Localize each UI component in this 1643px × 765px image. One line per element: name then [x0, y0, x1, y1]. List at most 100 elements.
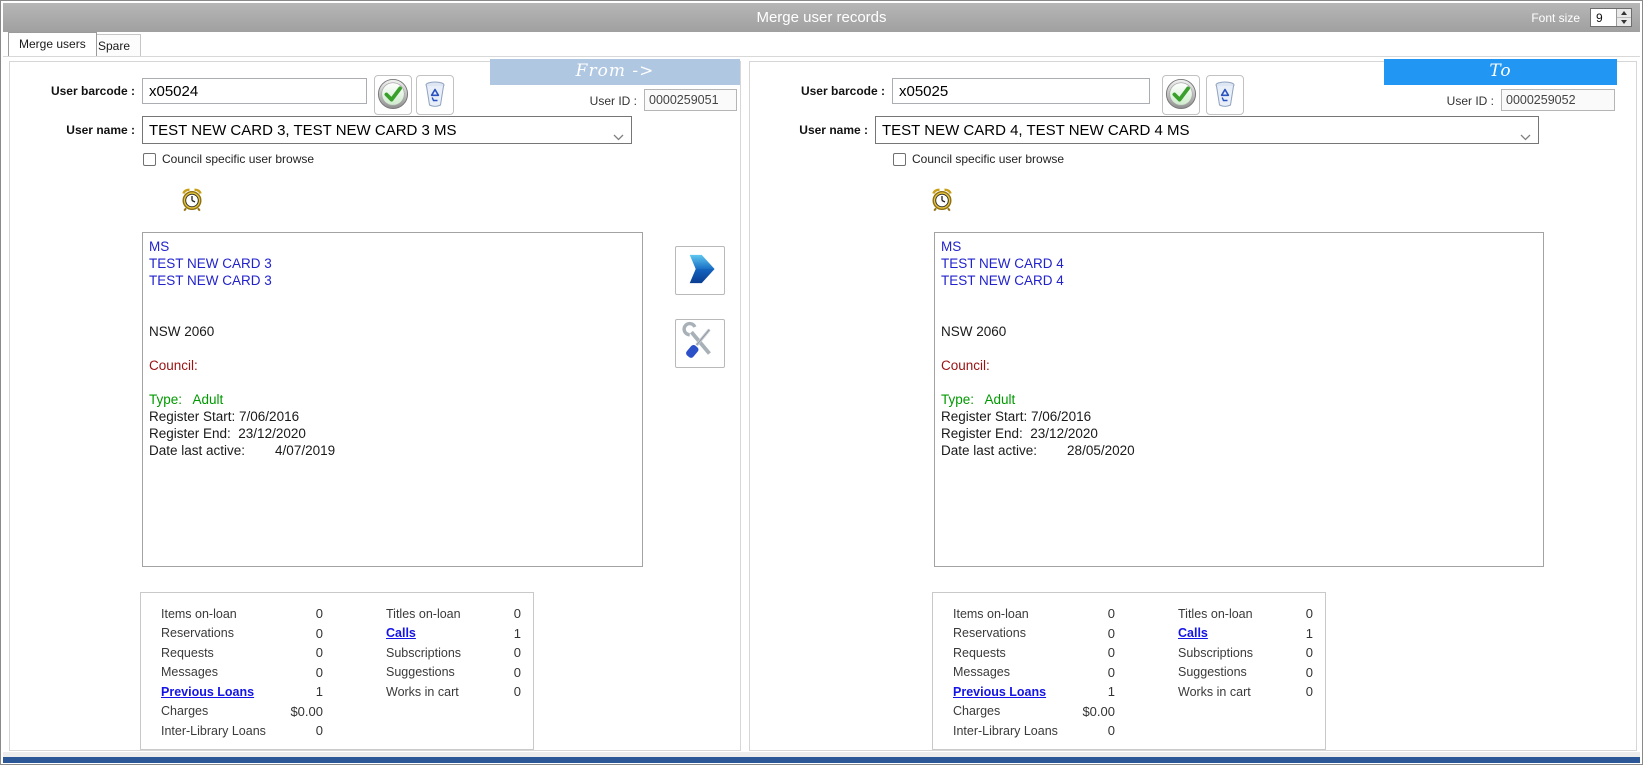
stats-link[interactable]: Previous Loans: [953, 685, 1065, 699]
stats-row: Works in cart 0: [386, 682, 521, 702]
stats-label: Inter-Library Loans: [161, 723, 266, 738]
stats-row: Items on-loan 0: [953, 604, 1115, 624]
detail-line: [149, 340, 636, 357]
stats-label: Messages: [161, 665, 218, 680]
user-name-selected: TEST NEW CARD 3, TEST NEW CARD 3 MS: [149, 121, 457, 139]
font-size-value[interactable]: 9: [1591, 9, 1616, 26]
detail-line: Register End: 23/12/2020: [149, 426, 306, 441]
detail-line: Register End: 23/12/2020: [941, 426, 1098, 441]
from-panel: User barcode : From -> Use: [9, 59, 741, 751]
council-specific-label: Council specific user browse: [912, 152, 1065, 166]
stats-row: Inter-Library Loans 0: [161, 721, 323, 741]
council-specific-checkbox[interactable]: [893, 153, 906, 166]
stats-label: Titles on-loan: [1178, 606, 1253, 621]
clear-user-button[interactable]: [416, 75, 454, 115]
green-check-icon: [1165, 78, 1197, 113]
user-stats-box: Items on-loan 0 Reservations 0 Requests 0 Mess…: [140, 592, 534, 750]
window-title: Merge user records: [756, 9, 887, 26]
stats-label: Requests: [161, 645, 214, 660]
tools-button[interactable]: [675, 319, 725, 368]
user-details-box: MS TEST NEW CARD 3 TEST NEW CARD 3 NSW 206…: [142, 232, 643, 567]
green-check-icon: [377, 78, 409, 113]
stats-row: Charges $0.00: [161, 702, 323, 722]
stats-link[interactable]: Calls: [1178, 626, 1263, 640]
bottom-accent-bar: [3, 757, 1640, 763]
detail-line: [941, 340, 1537, 357]
stats-row: Calls 1: [386, 624, 521, 644]
user-name-dropdown[interactable]: TEST NEW CARD 4, TEST NEW CARD 4 MS: [875, 116, 1539, 144]
stats-row: Subscriptions 0: [386, 643, 521, 663]
stats-label: Suggestions: [1178, 665, 1247, 680]
tab-bar: Merge users Spare: [3, 32, 1640, 57]
confirm-user-button[interactable]: [374, 75, 412, 115]
stats-value: 1: [315, 684, 323, 700]
detail-line: TEST NEW CARD 4: [941, 273, 1064, 288]
triangle-up-icon: [1621, 11, 1627, 15]
stats-value: 1: [513, 625, 521, 641]
stats-value: 0: [513, 606, 521, 622]
detail-line: [149, 374, 636, 391]
stats-column-1: Items on-loan 0 Reservations 0 Requests 0 Mess…: [953, 604, 1115, 741]
stats-row: Items on-loan 0: [161, 604, 323, 624]
clear-user-button[interactable]: [1206, 75, 1244, 115]
detail-line: MS: [149, 239, 170, 254]
detail-line: Council:: [149, 358, 198, 373]
stats-label: Subscriptions: [386, 645, 462, 660]
stats-value: 0: [1305, 664, 1313, 680]
user-id-label: User ID :: [589, 94, 637, 108]
user-name-dropdown[interactable]: TEST NEW CARD 3, TEST NEW CARD 3 MS: [142, 116, 632, 144]
detail-line: [941, 374, 1537, 391]
detail-line: Register Start: 7/06/2016: [941, 409, 1092, 424]
stats-row: Charges $0.00: [953, 702, 1115, 722]
detail-line: Date last active: 4/07/2019: [149, 443, 336, 458]
user-name-label: User name :: [66, 123, 135, 137]
user-barcode-label: User barcode :: [50, 84, 135, 98]
stats-label: Inter-Library Loans: [953, 723, 1058, 738]
stats-row: Previous Loans 1: [953, 682, 1115, 702]
detail-line: TEST NEW CARD 3: [149, 256, 272, 271]
user-name-selected: TEST NEW CARD 4, TEST NEW CARD 4 MS: [882, 121, 1190, 139]
stats-label: Reservations: [953, 626, 1026, 641]
font-size-up-button[interactable]: [1617, 9, 1631, 17]
font-size-label: Font size: [1531, 11, 1580, 25]
from-banner: From ->: [490, 59, 740, 85]
detail-line: NSW 2060: [149, 324, 215, 339]
stats-row: Requests 0: [161, 643, 323, 663]
font-size-down-button[interactable]: [1617, 17, 1631, 26]
detail-line: [149, 289, 636, 306]
stats-value: 0: [1305, 645, 1313, 661]
stats-value: 0: [1305, 684, 1313, 700]
user-id-field[interactable]: [644, 89, 737, 111]
stats-link[interactable]: Previous Loans: [161, 685, 273, 699]
council-specific-label: Council specific user browse: [162, 152, 315, 166]
font-size-spinner[interactable]: 9: [1590, 8, 1632, 27]
stats-value: 0: [1305, 606, 1313, 622]
blue-chevron-right-icon: [678, 248, 722, 293]
stats-row: Requests 0: [953, 643, 1115, 663]
merge-user-records-window: Merge user records Font size 9 Merge use…: [0, 0, 1643, 765]
stats-link[interactable]: Calls: [386, 626, 471, 640]
chevron-down-icon: [1520, 128, 1531, 145]
triangle-down-icon: [1621, 20, 1627, 24]
detail-line: [941, 289, 1537, 306]
council-specific-checkbox[interactable]: [143, 153, 156, 166]
stats-value: 0: [513, 645, 521, 661]
user-id-field[interactable]: [1501, 89, 1615, 111]
user-barcode-input[interactable]: [142, 78, 367, 104]
alarm-clock-icon: [930, 188, 954, 212]
stats-label: Items on-loan: [953, 606, 1029, 621]
stats-value: $0.00: [290, 703, 323, 719]
detail-line: [149, 306, 636, 323]
stats-value: 1: [1305, 625, 1313, 641]
title-bar: Merge user records Font size 9: [3, 3, 1640, 32]
merge-arrow-button[interactable]: [675, 246, 725, 295]
stats-row: Reservations 0: [953, 624, 1115, 644]
tab-merge-users[interactable]: Merge users: [8, 32, 97, 56]
stats-label: Works in cart: [386, 684, 459, 699]
detail-line: [941, 306, 1537, 323]
confirm-user-button[interactable]: [1162, 75, 1200, 115]
stats-label: Suggestions: [386, 665, 455, 680]
user-barcode-input[interactable]: [892, 78, 1150, 104]
stats-column-2: Titles on-loan 0 Calls 1 Subscriptions 0 Sugge…: [386, 604, 521, 702]
to-banner: To: [1384, 59, 1617, 85]
